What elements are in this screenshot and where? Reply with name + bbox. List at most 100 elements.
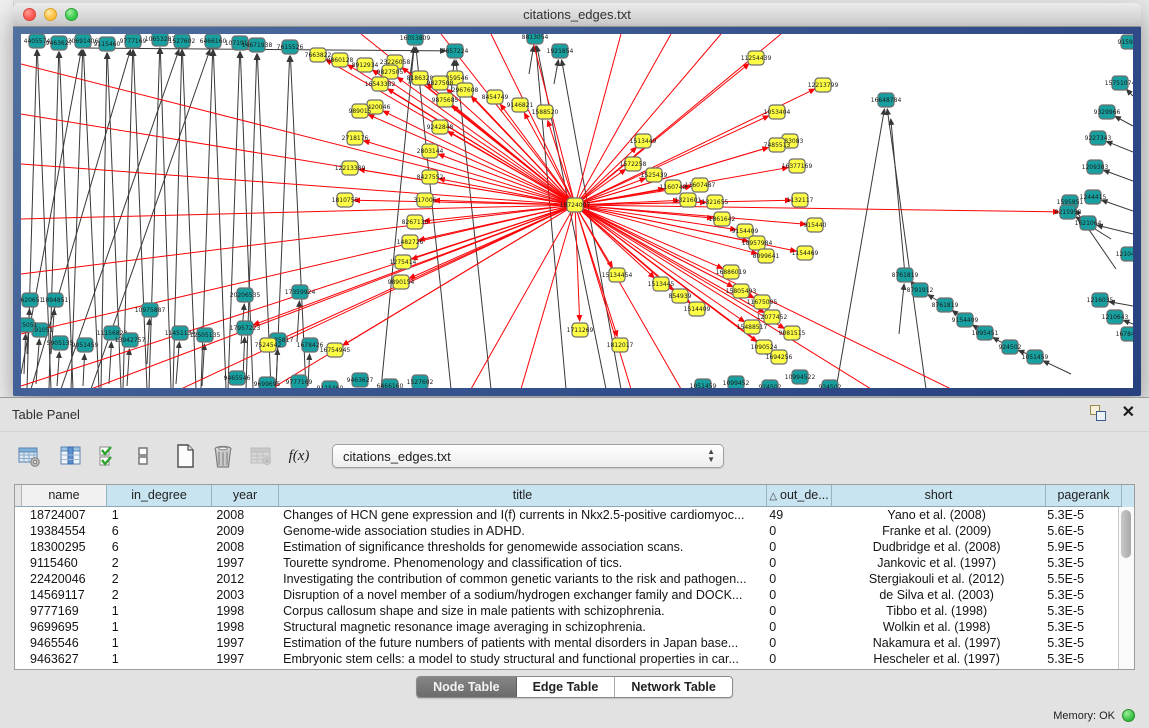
table-cell[interactable]: 18300295: [23, 539, 108, 555]
table-cell[interactable]: 22420046: [23, 571, 108, 587]
graph-node[interactable]: 8454749: [482, 90, 509, 104]
graph-edge[interactable]: [887, 109, 926, 388]
table-cell[interactable]: 9465546: [23, 635, 108, 651]
graph-node[interactable]: 12213389: [335, 161, 366, 175]
graph-node[interactable]: 1244415: [1080, 190, 1107, 204]
window-titlebar[interactable]: citations_edges.txt: [13, 3, 1141, 27]
table-cell[interactable]: Embryonic stem cells: a model to study s…: [279, 651, 765, 667]
graph-edge[interactable]: [127, 349, 129, 386]
table-cell[interactable]: 0: [765, 571, 830, 587]
graph-node[interactable]: 1210464: [1116, 247, 1133, 261]
table-cell[interactable]: Jankovic et al. (1997): [830, 555, 1043, 571]
graph-edge[interactable]: [409, 205, 575, 278]
graph-node[interactable]: 1051459: [690, 379, 717, 388]
graph-node[interactable]: 9051459: [72, 338, 99, 352]
graph-node[interactable]: 1210643: [1102, 310, 1129, 324]
graph-node[interactable]: 1527602: [407, 375, 434, 388]
table-cell[interactable]: 5.5E-5: [1043, 571, 1119, 587]
delete-column-button[interactable]: [208, 441, 238, 471]
graph-node[interactable]: 16754945: [320, 343, 351, 357]
graph-node[interactable]: 16377169: [782, 159, 813, 173]
graph-node[interactable]: 9227343: [1085, 131, 1112, 145]
table-row[interactable]: 911546021997Tourette syndrome. Phenomeno…: [15, 555, 1119, 571]
graph-node[interactable]: 854939: [669, 289, 692, 303]
table-cell[interactable]: Structural magnetic resonance image aver…: [279, 619, 765, 635]
table-row[interactable]: 969969511998Structural magnetic resonanc…: [15, 619, 1119, 635]
graph-node[interactable]: 7857224: [442, 44, 469, 58]
graph-node[interactable]: 15751074: [1105, 76, 1133, 90]
graph-edge[interactable]: [83, 50, 99, 388]
column-header-year[interactable]: year: [212, 485, 279, 507]
network-table-select[interactable]: citations_edges.txt ▲▼: [332, 444, 724, 468]
table-cell[interactable]: Franke et al. (2009): [830, 523, 1043, 539]
column-header-short[interactable]: short: [832, 485, 1046, 507]
graph-node[interactable]: 1160748: [660, 180, 687, 194]
graph-node[interactable]: 1209383: [1082, 160, 1109, 174]
column-header-in-degree[interactable]: in_degree: [107, 485, 212, 507]
table-cell[interactable]: de Silva et al. (2003): [830, 587, 1043, 603]
graph-edge[interactable]: [1126, 89, 1133, 96]
table-cell[interactable]: 19384554: [23, 523, 108, 539]
graph-node[interactable]: 1812017: [607, 338, 634, 352]
table-row[interactable]: 1938455462009Genome-wide association stu…: [15, 523, 1119, 539]
graph-node[interactable]: 16053809: [400, 34, 431, 45]
graph-edge[interactable]: [575, 205, 580, 321]
table-cell[interactable]: 1: [108, 603, 213, 619]
table-cell[interactable]: 1997: [212, 635, 279, 651]
graph-node[interactable]: 1053404: [764, 105, 791, 119]
graph-node[interactable]: 8267130: [402, 215, 429, 229]
column-header-name[interactable]: name: [22, 485, 107, 507]
graph-edge[interactable]: [412, 205, 575, 259]
delete-table-button[interactable]: [246, 441, 276, 471]
graph-edge[interactable]: [57, 352, 59, 386]
graph-edge[interactable]: [1043, 361, 1071, 374]
graph-node[interactable]: 8791912: [907, 283, 934, 297]
graph-node[interactable]: 10994522: [785, 370, 816, 384]
select-all-button[interactable]: [94, 441, 124, 471]
graph-node[interactable]: 1525439: [641, 168, 668, 182]
graph-edge[interactable]: [364, 141, 575, 205]
table-cell[interactable]: 0: [765, 635, 830, 651]
table-cell[interactable]: 2: [108, 571, 213, 587]
table-cell[interactable]: 9699695: [23, 619, 108, 635]
float-panel-icon[interactable]: [1090, 405, 1106, 421]
table-cell[interactable]: 9777169: [23, 603, 108, 619]
graph-node[interactable]: 989015: [349, 104, 372, 118]
table-cell[interactable]: Stergiakouli et al. (2012): [830, 571, 1043, 587]
graph-node[interactable]: 317006: [414, 193, 437, 207]
table-cell[interactable]: 5.3E-5: [1043, 555, 1119, 571]
graph-edge[interactable]: [1106, 141, 1133, 152]
graph-node[interactable]: 17957223: [230, 321, 261, 335]
table-row[interactable]: 1830029562008Estimation of significance …: [15, 539, 1119, 555]
table-row[interactable]: 1872400712008Changes of HCN gene express…: [15, 507, 1119, 523]
table-cell[interactable]: Tourette syndrome. Phenomenology and cla…: [279, 555, 765, 571]
show-columns-button[interactable]: [56, 441, 86, 471]
graph-node[interactable]: 1711269: [567, 323, 594, 337]
table-cell[interactable]: Corpus callosum shape and size in male p…: [279, 603, 765, 619]
graph-node[interactable]: 8813054: [522, 34, 549, 44]
graph-node[interactable]: 11675095: [747, 295, 778, 309]
graph-edge[interactable]: [228, 52, 240, 388]
graph-edge[interactable]: [836, 109, 884, 388]
graph-node[interactable]: 9115460: [317, 381, 344, 388]
graph-node[interactable]: 1588520: [532, 105, 559, 119]
table-row[interactable]: 946554611997Estimation of the future num…: [15, 635, 1119, 651]
graph-edge[interactable]: [891, 119, 905, 275]
graph-edge[interactable]: [441, 34, 575, 205]
table-cell[interactable]: 0: [765, 603, 830, 619]
graph-node[interactable]: 1321601: [675, 193, 702, 207]
graph-node[interactable]: 17359924: [285, 285, 316, 299]
table-cell[interactable]: 18724007: [23, 507, 108, 523]
graph-node[interactable]: 8761819: [892, 268, 919, 282]
graph-node[interactable]: 2718176: [342, 131, 369, 145]
graph-node[interactable]: 9154409: [952, 313, 979, 327]
graph-node[interactable]: 915440: [804, 218, 827, 232]
table-cell[interactable]: 5.3E-5: [1043, 507, 1119, 523]
unselect-all-button[interactable]: [128, 441, 158, 471]
graph-node[interactable]: 11607487: [685, 178, 716, 192]
table-cell[interactable]: 0: [765, 651, 830, 667]
table-scrollbar[interactable]: [1118, 507, 1134, 669]
minimize-window-button[interactable]: [44, 8, 57, 21]
graph-edge[interactable]: [83, 354, 85, 386]
graph-node[interactable]: 1099452: [723, 376, 750, 388]
